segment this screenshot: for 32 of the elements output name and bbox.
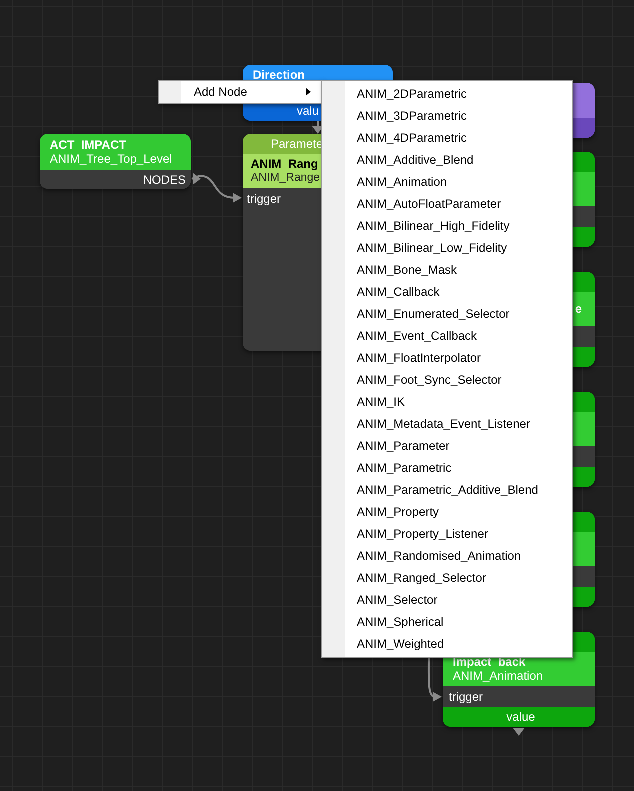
output-port-label: value — [506, 710, 536, 724]
menu-item[interactable]: ANIM_Property_Listener — [322, 523, 572, 545]
menu-item[interactable]: ANIM_Selector — [322, 589, 572, 611]
node-header: Direction — [253, 68, 306, 82]
menu-item[interactable]: ANIM_Metadata_Event_Listener — [322, 413, 572, 435]
input-port-label: trigger — [449, 690, 484, 704]
output-port-label: NODES — [143, 172, 186, 186]
node-title: Impact_back — [453, 655, 526, 669]
menu-item[interactable]: ANIM_3DParametric — [322, 105, 572, 127]
menu-item[interactable]: ANIM_Ranged_Selector — [322, 567, 572, 589]
menu-item[interactable]: ANIM_Parametric — [322, 457, 572, 479]
menu-item[interactable]: ANIM_2DParametric — [322, 83, 572, 105]
node-title: ANIM_Rang — [251, 157, 318, 171]
node-type: ANIM_Tree_Top_Level — [50, 152, 172, 166]
menu-item[interactable]: ANIM_IK — [322, 391, 572, 413]
menu-item[interactable]: ANIM_Foot_Sync_Selector — [322, 369, 572, 391]
node-type: ANIM_Range — [251, 171, 320, 185]
node-title: ACT_IMPACT — [50, 138, 126, 152]
input-port-label: trigger — [247, 192, 282, 206]
menu-item[interactable]: ANIM_Property — [322, 501, 572, 523]
output-port-label: valu — [297, 104, 320, 118]
menu-item[interactable]: ANIM_Parameter — [322, 435, 572, 457]
graph-node[interactable]: ACT_IMPACT ANIM_Tree_Top_Level NODES — [40, 134, 191, 189]
menu-item[interactable]: ANIM_Randomised_Animation — [322, 545, 572, 567]
node-header: Paramete — [271, 137, 324, 151]
menu-item[interactable]: ANIM_Parametric_Additive_Blend — [322, 479, 572, 501]
node-type: ANIM_Animation — [453, 669, 544, 683]
connection-arrow — [192, 173, 242, 203]
node-title: e — [575, 302, 582, 316]
menu-item[interactable]: ANIM_Spherical — [322, 611, 572, 633]
connection-arrow — [428, 658, 442, 702]
menu-item[interactable]: Add Node — [159, 81, 321, 103]
